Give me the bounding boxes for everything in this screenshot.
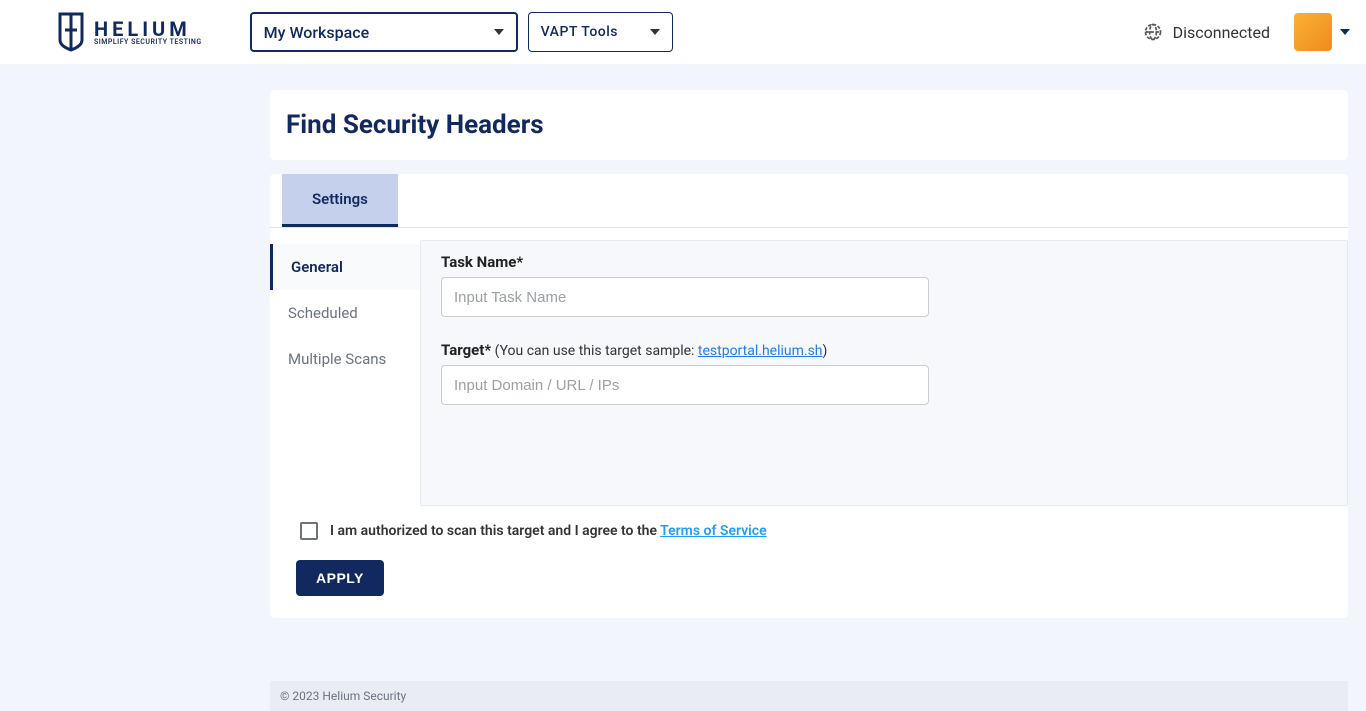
user-avatar[interactable] — [1294, 13, 1332, 51]
page-body: Find Security Headers Settings General S… — [0, 64, 1366, 711]
logo-title: HELIUM — [94, 19, 202, 39]
target-input[interactable] — [441, 365, 929, 405]
form-panel: Task Name* Target* (You can use this tar… — [420, 240, 1348, 506]
target-label: Target* — [441, 341, 491, 359]
chevron-down-icon — [650, 29, 660, 35]
apply-button[interactable]: APPLY — [296, 560, 384, 596]
target-hint-prefix: (You can use this target sample: — [495, 343, 698, 359]
consent-checkbox[interactable] — [300, 522, 318, 540]
workspace-dropdown[interactable]: My Workspace — [250, 12, 518, 52]
sidenav-scheduled[interactable]: Scheduled — [270, 290, 420, 336]
tab-settings[interactable]: Settings — [282, 174, 398, 227]
vapt-tools-dropdown[interactable]: VAPT Tools — [528, 12, 673, 52]
logo[interactable]: HELIUM SIMPLIFY SECURITY TESTING — [56, 12, 202, 52]
sidenav-multiple-scans[interactable]: Multiple Scans — [270, 336, 420, 382]
task-name-label: Task Name* — [441, 253, 1327, 271]
title-card: Find Security Headers — [270, 90, 1348, 160]
tools-label: VAPT Tools — [541, 24, 618, 40]
sidenav-general[interactable]: General — [270, 244, 420, 290]
target-sample-link[interactable]: testportal.helium.sh — [698, 343, 823, 359]
task-name-input[interactable] — [441, 277, 929, 317]
status-text: Disconnected — [1173, 23, 1270, 42]
workspace-selected: My Workspace — [264, 23, 370, 42]
content-card: Settings General Scheduled Multiple Scan… — [270, 174, 1348, 618]
tab-bar: Settings — [270, 174, 1348, 228]
footer: © 2023 Helium Security — [270, 681, 1348, 711]
shield-icon — [56, 12, 86, 52]
consent-row: I am authorized to scan this target and … — [270, 506, 1348, 540]
target-hint-suffix: ) — [823, 343, 828, 359]
app-header: HELIUM SIMPLIFY SECURITY TESTING My Work… — [0, 0, 1366, 64]
connection-status: Disconnected — [1143, 22, 1270, 42]
page-title: Find Security Headers — [286, 110, 1332, 140]
globe-icon — [1143, 22, 1163, 42]
chevron-down-icon[interactable] — [1340, 29, 1350, 35]
copyright: © 2023 Helium Security — [280, 689, 406, 703]
logo-subtitle: SIMPLIFY SECURITY TESTING — [94, 39, 202, 46]
terms-of-service-link[interactable]: Terms of Service — [660, 523, 766, 539]
consent-text: I am authorized to scan this target and … — [330, 523, 660, 539]
chevron-down-icon — [494, 29, 504, 35]
settings-sidenav: General Scheduled Multiple Scans — [270, 240, 420, 506]
